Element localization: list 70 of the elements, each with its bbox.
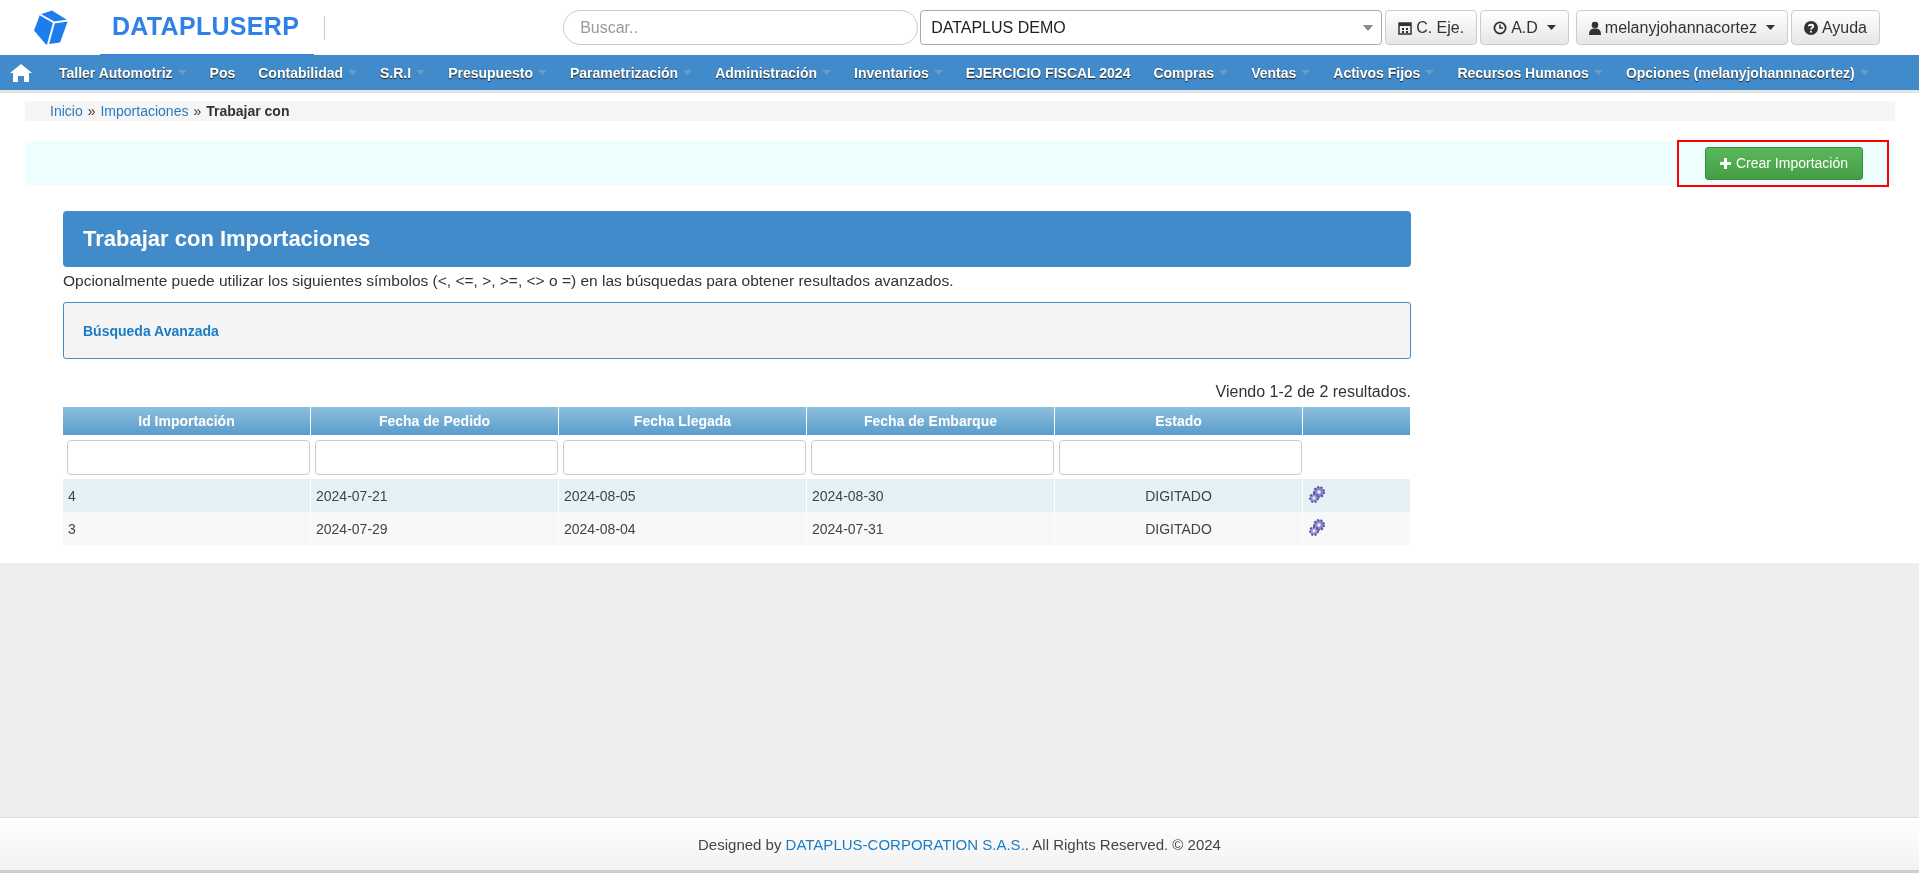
menu-item[interactable]: Contabilidad <box>245 55 368 90</box>
company-link[interactable]: DATAPLUS-CORPORATION S.A.S. <box>785 835 1025 853</box>
caret-icon <box>1219 70 1229 75</box>
caret-icon <box>1765 25 1775 30</box>
column-header[interactable]: Fecha de Pedido <box>310 407 559 435</box>
create-import-button[interactable]: Crear Importación <box>1704 146 1863 180</box>
menu-item[interactable]: Pos <box>196 55 246 90</box>
menu-item[interactable]: Compras <box>1140 55 1239 90</box>
menu-item[interactable]: EJERCICIO FISCAL 2024 <box>952 55 1141 90</box>
caret-icon <box>416 70 426 75</box>
calendar-button[interactable]: C. Eje. <box>1385 10 1478 45</box>
table-cell: 3 <box>63 512 311 545</box>
menu-item[interactable]: Taller Automotriz <box>46 55 197 90</box>
breadcrumb-current: Trabajar con <box>206 103 290 119</box>
results-summary: Viendo 1-2 de 2 resultados. <box>1214 383 1411 401</box>
calendar-icon <box>1398 20 1413 35</box>
filter-field[interactable] <box>811 439 1054 475</box>
caret-icon <box>822 70 832 75</box>
caret-icon <box>683 70 693 75</box>
breadcrumb-separator: » <box>193 103 202 119</box>
filter-field[interactable] <box>1059 439 1302 475</box>
help-icon <box>1803 20 1818 35</box>
filter-field[interactable] <box>315 439 558 475</box>
company-select[interactable]: DATAPLUS DEMO <box>920 10 1383 45</box>
menu-item[interactable]: Recursos Humanos <box>1444 55 1613 90</box>
breadcrumb-separator: » <box>87 103 96 119</box>
caret-icon <box>1859 70 1869 75</box>
breadcrumb-link[interactable]: Inicio <box>50 103 83 119</box>
breadcrumb-link[interactable]: Importaciones <box>100 103 189 119</box>
column-header[interactable]: Fecha Llegada <box>558 407 807 435</box>
caret-icon <box>348 70 358 75</box>
clock-icon <box>1493 20 1508 35</box>
caret-icon <box>1363 24 1374 31</box>
gears-icon[interactable] <box>1308 518 1326 536</box>
menu-item[interactable]: Activos Fijos <box>1320 55 1445 90</box>
gears-icon[interactable] <box>1308 485 1326 503</box>
menu-item[interactable]: Inventarios <box>841 55 953 90</box>
table-cell: 2024-08-04 <box>558 512 807 545</box>
clock-button[interactable]: A.D <box>1480 10 1569 45</box>
help-button[interactable]: Ayuda <box>1790 10 1880 45</box>
filter-field[interactable] <box>563 439 806 475</box>
menu-item[interactable]: Opciones (melanyjohannnacortez) <box>1612 55 1879 90</box>
column-header[interactable]: Id Importación <box>63 407 311 435</box>
search-hint: Opcionalmente puede utilizar los siguientes símbolos (<, <=, >, >=, <> o =) en las búsquedas para obtener resultados avanzados. <box>63 272 955 290</box>
caret-icon <box>177 70 187 75</box>
panel-title: Trabajar con Importaciones <box>83 226 371 252</box>
filter-field[interactable] <box>67 439 310 475</box>
caret-icon <box>1301 70 1311 75</box>
footer-text: Designed by DATAPLUS-CORPORATION S.A.S.. All Rights Reserved. © 2024 <box>698 835 1221 853</box>
menu-item[interactable]: Presupuesto <box>435 55 557 90</box>
column-header[interactable]: Estado <box>1054 407 1303 435</box>
plus-icon <box>1719 157 1731 169</box>
caret-icon <box>1546 25 1556 30</box>
table-cell: 2024-07-31 <box>806 512 1055 545</box>
caret-icon <box>933 70 943 75</box>
column-header[interactable]: Fecha de Embarque <box>806 407 1055 435</box>
menu-item[interactable]: Administración <box>702 55 842 90</box>
user-button[interactable]: melanyjohannacortez <box>1575 10 1788 45</box>
caret-icon <box>1593 70 1603 75</box>
search-field[interactable]: Buscar.. <box>563 10 919 45</box>
advanced-search-link[interactable]: Búsqueda Avanzada <box>83 322 219 339</box>
table-cell: 2024-07-29 <box>310 512 559 545</box>
home-icon[interactable] <box>10 63 32 82</box>
caret-icon <box>1425 70 1435 75</box>
menu-item[interactable]: Ventas <box>1238 55 1321 90</box>
menu-item[interactable]: S.R.I <box>367 55 436 90</box>
caret-icon <box>537 70 547 75</box>
user-icon <box>1588 20 1601 35</box>
table-cell: DIGITADO <box>1054 512 1303 545</box>
menu-item[interactable]: Parametrización <box>556 55 703 90</box>
